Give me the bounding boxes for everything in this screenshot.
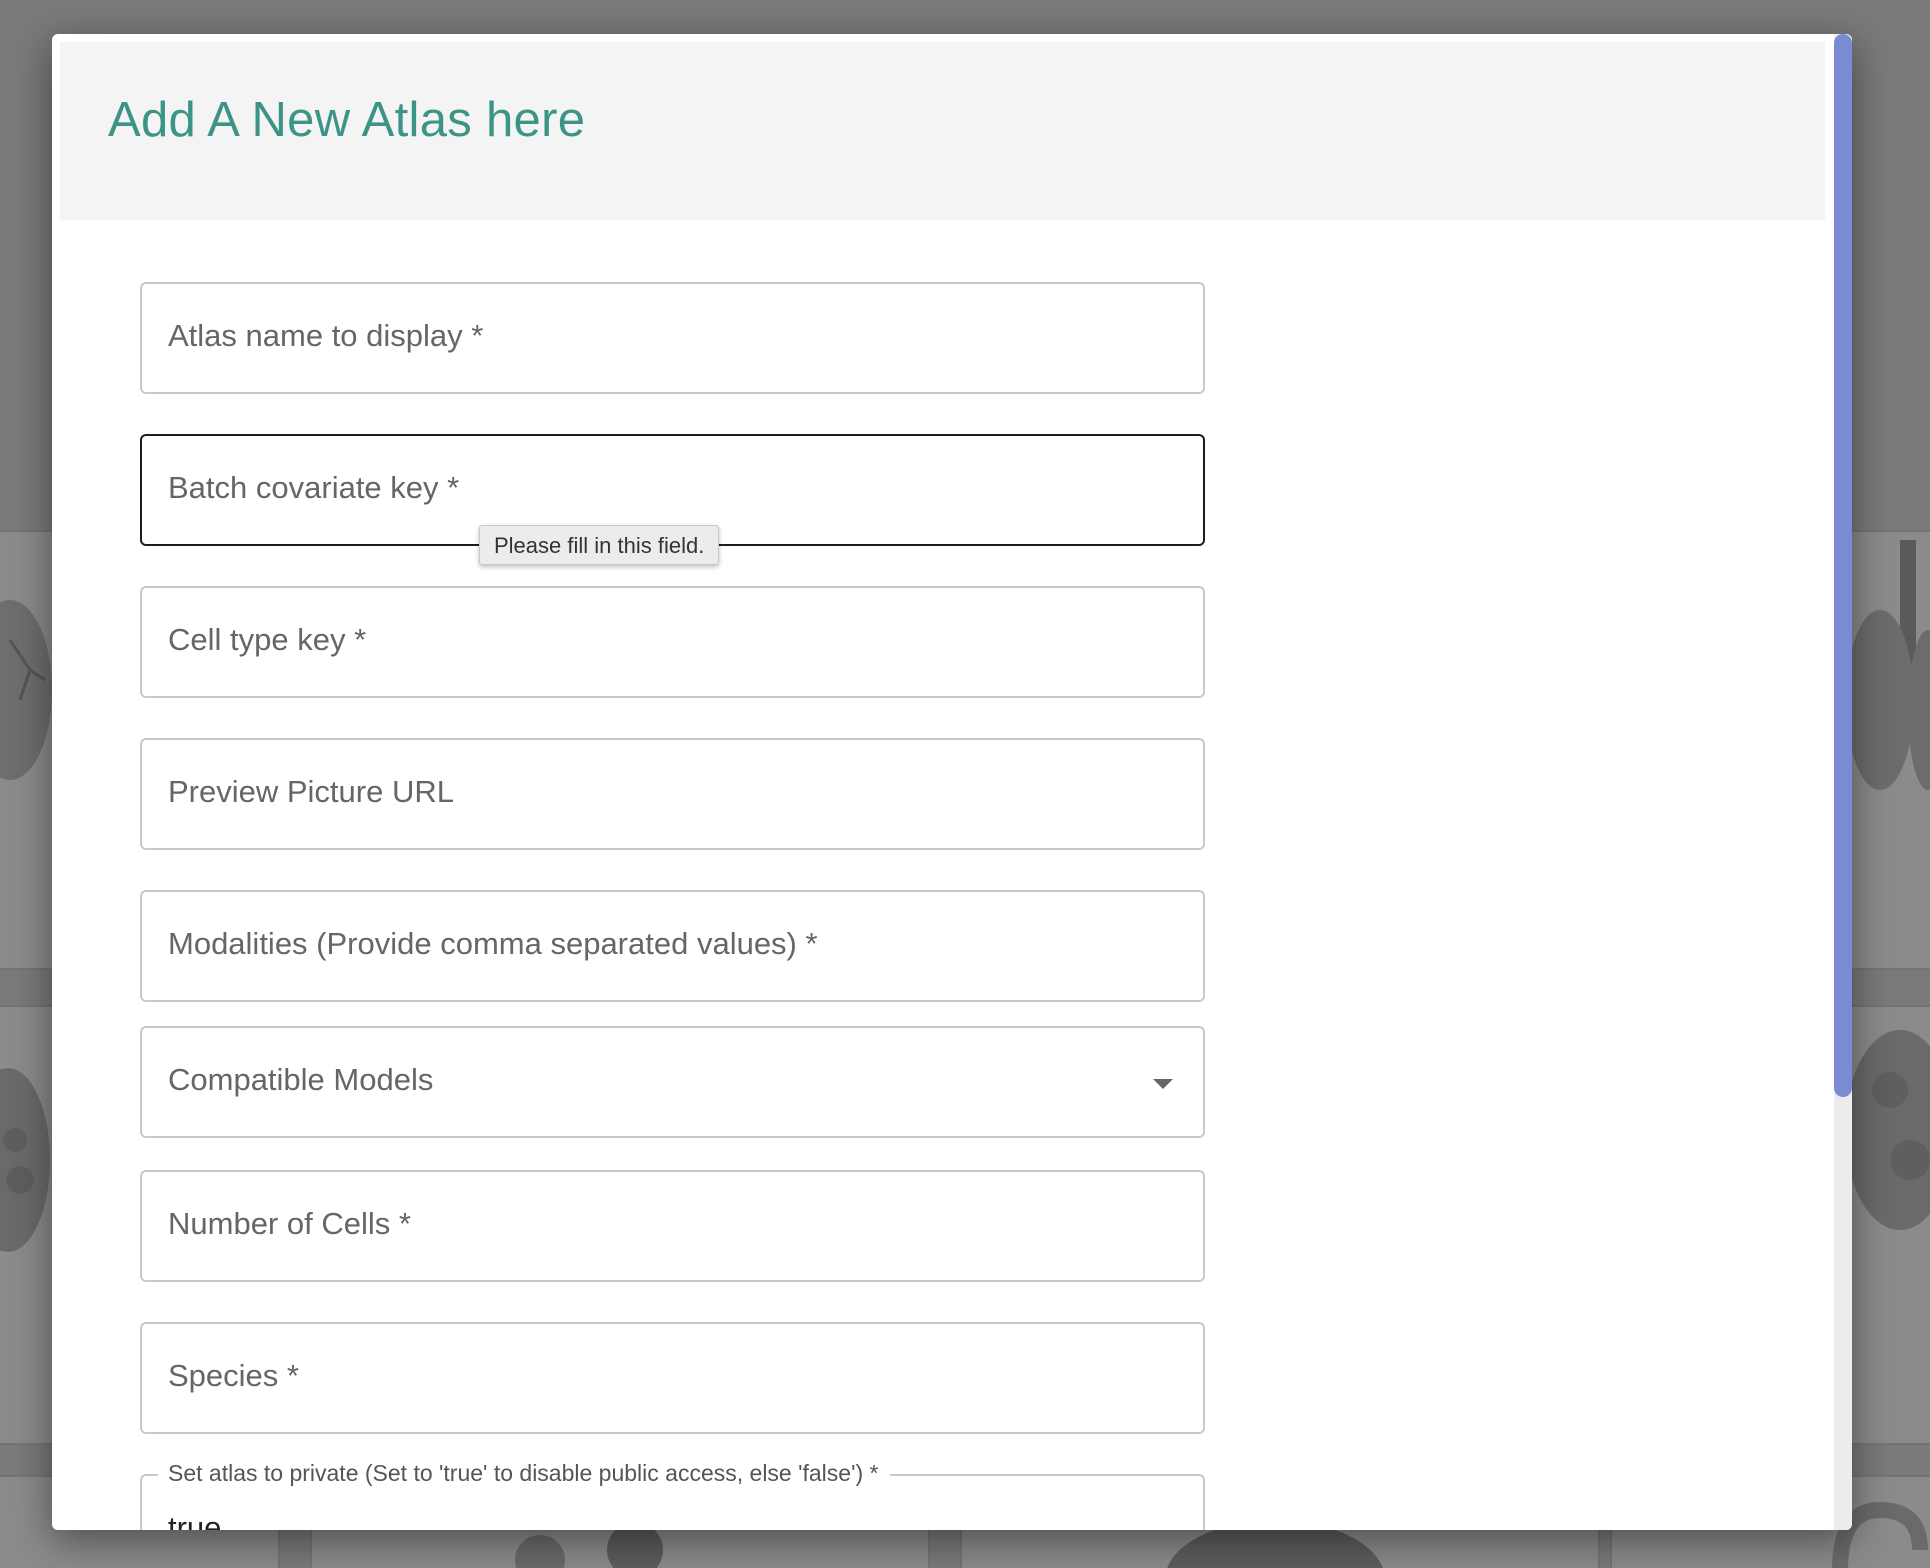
dialog-header: Add A New Atlas here	[60, 42, 1825, 220]
private-atlas-value[interactable]: true	[168, 1510, 221, 1530]
preview-picture-url-field[interactable]: Preview Picture URL	[140, 738, 1205, 850]
background-lung-illustration	[0, 600, 52, 780]
preview-picture-url-label: Preview Picture URL	[168, 774, 454, 809]
dialog-scrollbar-track[interactable]	[1834, 34, 1852, 1530]
species-label: Species *	[168, 1358, 299, 1393]
modalities-label: Modalities (Provide comma separated valu…	[168, 926, 818, 961]
compatible-models-label: Compatible Models	[168, 1062, 434, 1097]
background-organ-illustration	[1845, 1030, 1930, 1230]
atlas-name-label: Atlas name to display *	[168, 318, 484, 353]
add-atlas-dialog: Add A New Atlas here Atlas name to displ…	[52, 34, 1852, 1530]
batch-covariate-key-label: Batch covariate key *	[168, 470, 460, 505]
species-field[interactable]: Species *	[140, 1322, 1205, 1434]
cell-type-key-field[interactable]: Cell type key *	[140, 586, 1205, 698]
dialog-scrollbar-thumb[interactable]	[1834, 34, 1852, 1097]
background-lung-illustration	[1850, 540, 1930, 790]
number-of-cells-field[interactable]: Number of Cells *	[140, 1170, 1205, 1282]
atlas-name-field[interactable]: Atlas name to display *	[140, 282, 1205, 394]
background-organ-illustration	[0, 1068, 50, 1252]
number-of-cells-label: Number of Cells *	[168, 1206, 411, 1241]
modalities-field[interactable]: Modalities (Provide comma separated valu…	[140, 890, 1205, 1002]
compatible-models-select[interactable]: Compatible Models	[140, 1026, 1205, 1138]
dialog-title: Add A New Atlas here	[108, 93, 586, 147]
chevron-down-icon[interactable]	[1153, 1079, 1173, 1089]
private-atlas-field[interactable]: Set atlas to private (Set to 'true' to d…	[140, 1460, 1205, 1530]
private-atlas-label: Set atlas to private (Set to 'true' to d…	[158, 1460, 891, 1487]
validation-tooltip: Please fill in this field.	[479, 525, 720, 565]
cell-type-key-label: Cell type key *	[168, 622, 367, 657]
